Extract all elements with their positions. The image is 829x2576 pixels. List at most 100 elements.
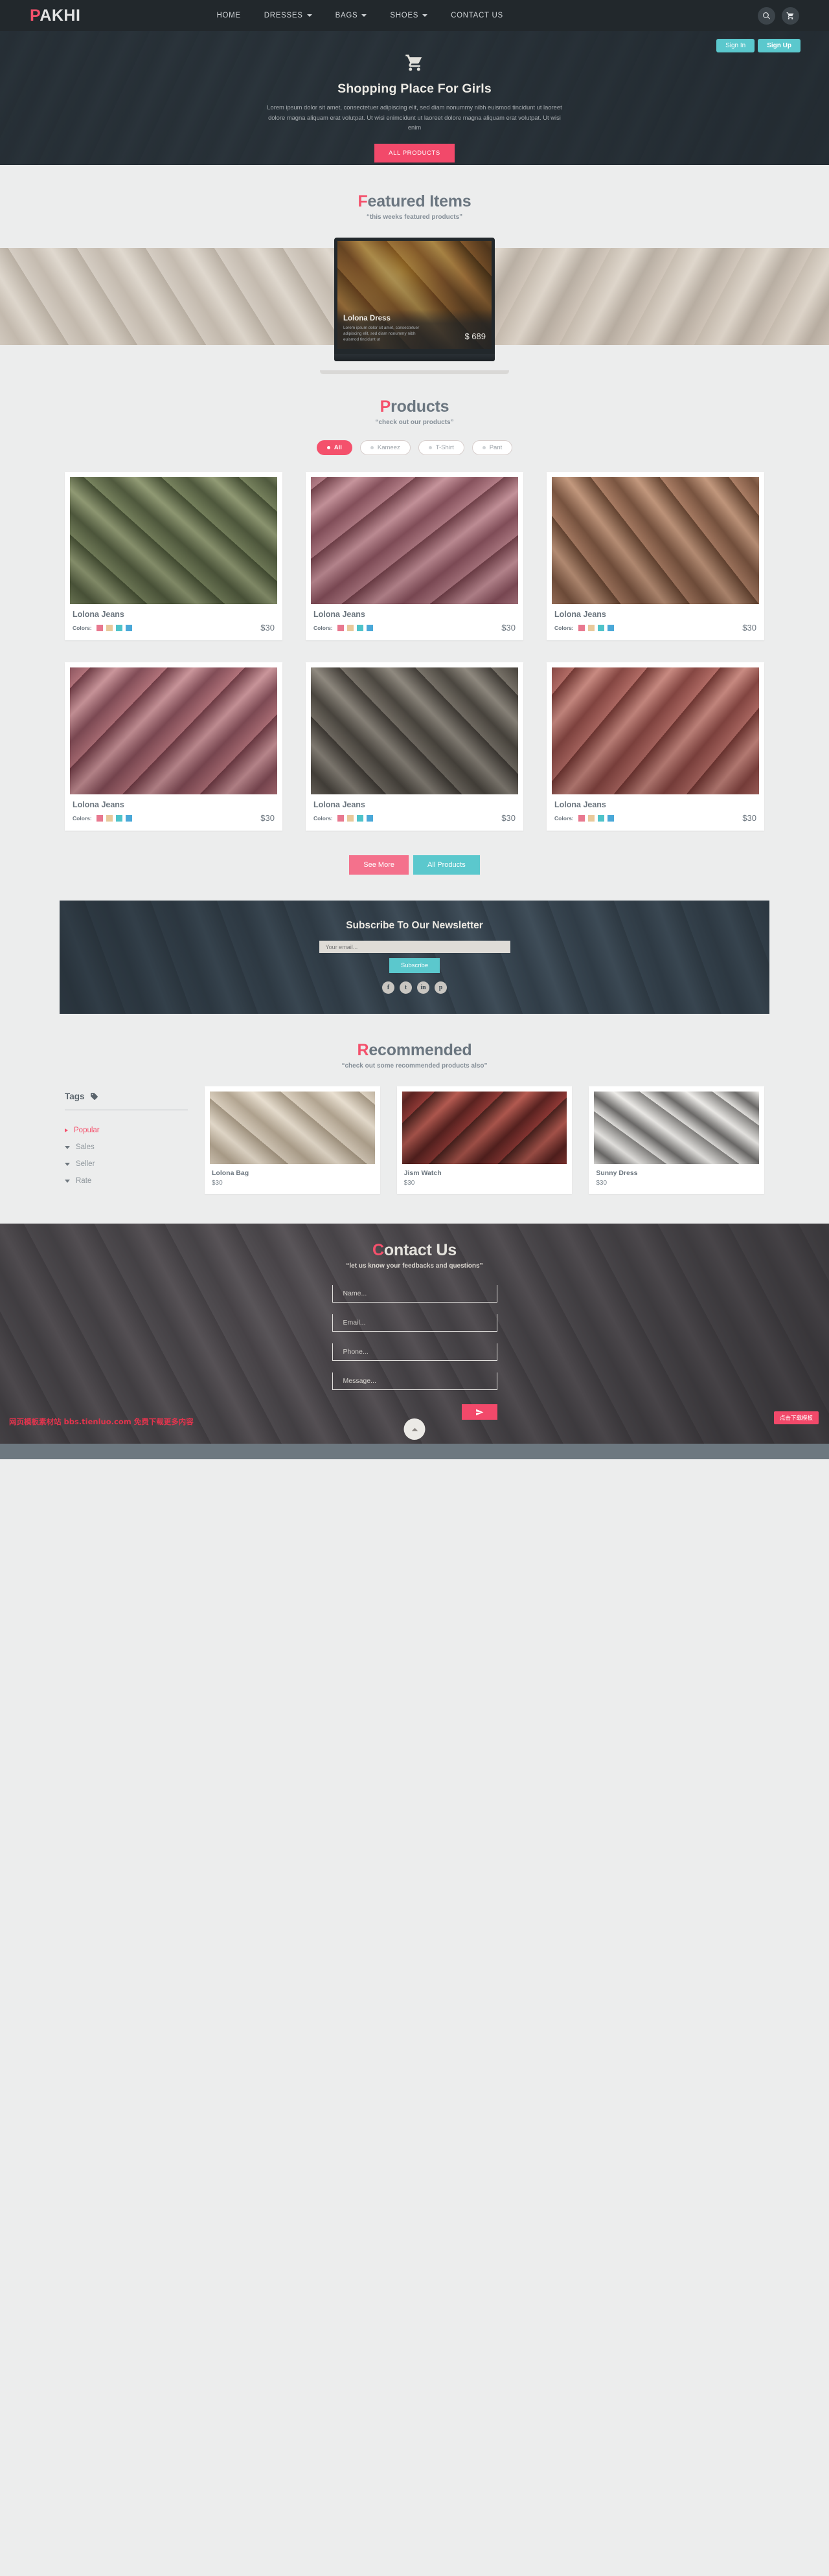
featured-slide[interactable]: Lolona Dress Lorem ipsum dolor sit amet,… xyxy=(337,241,492,349)
swatch-teal[interactable] xyxy=(356,624,363,631)
tag-item-sales[interactable]: Sales xyxy=(65,1139,188,1156)
swatch-pink[interactable] xyxy=(337,624,344,631)
tags-sidebar: Tags Popular Sales Seller Rate xyxy=(65,1086,188,1194)
swatch-pink[interactable] xyxy=(578,814,585,822)
hero-all-products-button[interactable]: ALL PRODUCTS xyxy=(374,143,455,162)
swatch-blue[interactable] xyxy=(607,814,614,822)
cart-icon xyxy=(786,12,794,19)
download-template-badge[interactable]: 点击下载模板 xyxy=(773,1411,819,1424)
color-swatches: Colors: xyxy=(73,814,132,822)
brand-logo[interactable]: PAKHI xyxy=(30,6,80,25)
tag-item-popular[interactable]: Popular xyxy=(65,1122,188,1139)
social-glyph: f xyxy=(387,984,390,991)
filter-kameez[interactable]: Kameez xyxy=(359,440,411,455)
product-name: Lolona Jeans xyxy=(313,610,365,619)
swatch-blue[interactable] xyxy=(125,624,132,631)
sign-up-button[interactable]: Sign Up xyxy=(758,39,801,52)
swatch-pink[interactable] xyxy=(578,624,585,631)
featured-image-right[interactable] xyxy=(495,248,829,345)
swatch-pink[interactable] xyxy=(337,814,344,822)
swatch-blue[interactable] xyxy=(366,624,373,631)
recommended-image xyxy=(402,1092,567,1164)
facebook-icon[interactable]: f xyxy=(382,981,394,994)
nav-item-home[interactable]: HOME xyxy=(216,12,240,19)
social-glyph: in xyxy=(420,984,426,991)
tag-icon xyxy=(90,1093,98,1100)
scroll-to-top-icon xyxy=(411,1428,418,1431)
laptop-screen: Lolona Dress Lorem ipsum dolor sit amet,… xyxy=(334,238,495,354)
product-card[interactable]: Lolona Jeans Colors: $30 xyxy=(65,662,282,831)
chevron-down-icon xyxy=(361,14,367,17)
name-field[interactable] xyxy=(332,1285,497,1303)
phone-field[interactable] xyxy=(332,1343,497,1361)
recommended-heading: Recommended “check out some recommended … xyxy=(0,1041,829,1070)
recommended-name: Jism Watch xyxy=(403,1169,442,1177)
featured-section: Featured Items “this weeks featured prod… xyxy=(0,165,829,374)
tag-item-rate[interactable]: Rate xyxy=(65,1172,188,1189)
swatch-tan[interactable] xyxy=(587,624,595,631)
product-price: $30 xyxy=(742,623,756,633)
subscribe-button[interactable]: Subscribe xyxy=(389,958,440,973)
pinterest-icon[interactable]: p xyxy=(435,981,447,994)
filter-pant[interactable]: Pant xyxy=(471,440,513,455)
swatch-teal[interactable] xyxy=(597,814,604,822)
swatch-blue[interactable] xyxy=(366,814,373,822)
color-swatches: Colors: xyxy=(554,814,614,822)
featured-image-left[interactable] xyxy=(0,248,334,345)
email-field[interactable] xyxy=(332,1314,497,1332)
filter-label: All xyxy=(334,444,342,451)
swatch-blue[interactable] xyxy=(125,814,132,822)
product-name: Lolona Jeans xyxy=(554,800,606,809)
title-rest: roducts xyxy=(391,398,449,416)
swatch-tan[interactable] xyxy=(346,814,354,822)
swatch-teal[interactable] xyxy=(597,624,604,631)
cart-button[interactable] xyxy=(782,6,799,25)
filter-t-shirt[interactable]: T-Shirt xyxy=(418,440,464,455)
swatch-blue[interactable] xyxy=(607,624,614,631)
swatch-tan[interactable] xyxy=(106,624,113,631)
product-card[interactable]: Lolona Jeans Colors: $30 xyxy=(547,472,764,640)
recommended-card[interactable]: Sunny Dress $30 xyxy=(589,1086,764,1194)
swatch-tan[interactable] xyxy=(587,814,595,822)
colors-label: Colors: xyxy=(313,814,333,822)
featured-heading: Featured Items “this weeks featured prod… xyxy=(0,192,829,221)
social-links: f t in p xyxy=(60,981,769,994)
product-card[interactable]: Lolona Jeans Colors: $30 xyxy=(306,472,523,640)
nav-item-bags[interactable]: BAGS xyxy=(335,12,367,19)
linkedin-icon[interactable]: in xyxy=(417,981,429,994)
see-more-button[interactable]: See More xyxy=(349,855,409,875)
swatch-pink[interactable] xyxy=(96,624,103,631)
scroll-to-top-button[interactable] xyxy=(403,1418,426,1440)
social-glyph: p xyxy=(438,984,443,991)
swatch-teal[interactable] xyxy=(115,624,122,631)
swatch-tan[interactable] xyxy=(106,814,113,822)
recommended-card[interactable]: Lolona Bag $30 xyxy=(205,1086,380,1194)
filter-label: Pant xyxy=(489,444,503,451)
recommended-card[interactable]: Jism Watch $30 xyxy=(396,1086,573,1194)
swatch-teal[interactable] xyxy=(356,814,363,822)
product-card[interactable]: Lolona Jeans Colors: $30 xyxy=(547,662,764,831)
hero-description: Lorem ipsum dolor sit amet, consectetuer… xyxy=(267,104,562,131)
newsletter-email-input[interactable] xyxy=(319,941,510,953)
product-image xyxy=(311,477,518,604)
swatch-pink[interactable] xyxy=(96,814,103,822)
nav-item-dresses[interactable]: DRESSES xyxy=(264,12,312,19)
swatch-teal[interactable] xyxy=(115,814,122,822)
footer-bar xyxy=(0,1444,829,1459)
tag-item-seller[interactable]: Seller xyxy=(65,1156,188,1172)
bullet-icon xyxy=(370,446,374,449)
product-card[interactable]: Lolona Jeans Colors: $30 xyxy=(65,472,282,640)
product-card[interactable]: Lolona Jeans Colors: $30 xyxy=(306,662,523,831)
all-products-button[interactable]: All Products xyxy=(413,855,480,875)
nav-item-shoes[interactable]: SHOES xyxy=(390,12,428,19)
twitter-icon[interactable]: t xyxy=(400,981,412,994)
filter-all[interactable]: All xyxy=(316,440,352,455)
nav-item-contact-us[interactable]: CONTACT US xyxy=(451,12,503,19)
search-button[interactable] xyxy=(758,6,775,25)
shopping-cart-icon xyxy=(405,54,422,71)
sign-in-button[interactable]: Sign In xyxy=(716,39,755,52)
send-message-button[interactable] xyxy=(461,1404,497,1420)
nav-item-label: BAGS xyxy=(335,12,358,19)
swatch-tan[interactable] xyxy=(346,624,354,631)
message-field[interactable] xyxy=(332,1372,497,1390)
